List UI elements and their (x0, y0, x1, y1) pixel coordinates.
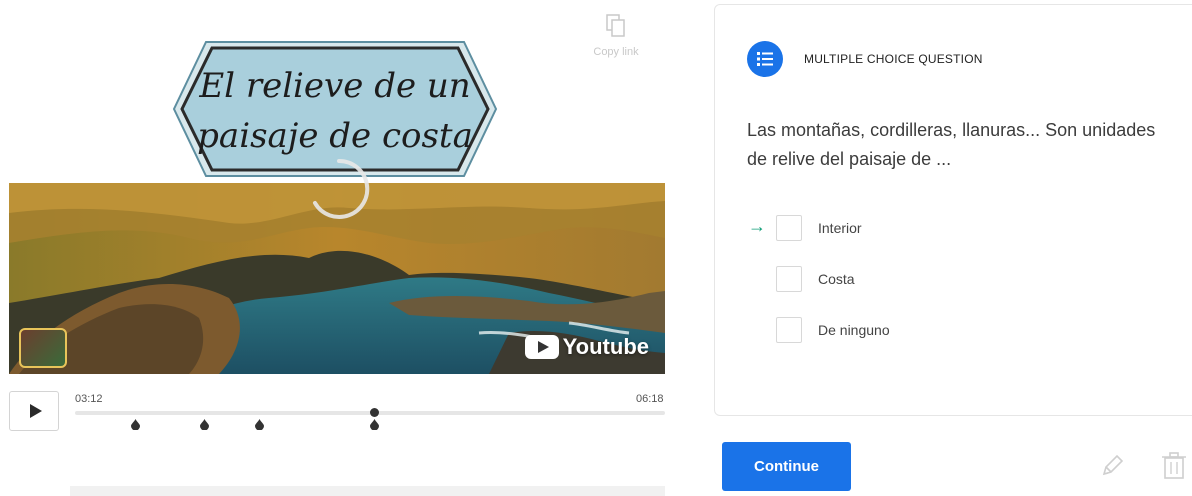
option-checkbox[interactable] (776, 215, 802, 241)
loading-spinner-icon (313, 158, 370, 219)
duration: 06:18 (636, 393, 664, 405)
question-type-badge (747, 41, 783, 77)
play-button[interactable] (9, 391, 59, 431)
youtube-logo[interactable]: Youtube (524, 334, 649, 360)
video-title-line1: El relieve de un (199, 66, 471, 106)
bottom-bar (70, 486, 665, 496)
option-label: Costa (818, 271, 855, 287)
copy-link-label: Copy link (593, 46, 639, 58)
option-costa[interactable]: Costa (776, 265, 1076, 293)
option-checkbox[interactable] (776, 266, 802, 292)
question-text: Las montañas, cordilleras, llanuras... S… (747, 120, 1156, 169)
trash-icon[interactable] (1162, 452, 1186, 480)
page: Copy link Youtube El relieve de un paisa… (0, 0, 1192, 496)
progress-handle[interactable] (370, 408, 380, 417)
channel-logo (19, 328, 67, 368)
question-marker[interactable] (370, 419, 380, 430)
video-panel: Copy link Youtube El relieve de un paisa… (0, 0, 700, 496)
pencil-icon[interactable] (1099, 453, 1125, 479)
copy-icon (606, 14, 625, 37)
question-marker[interactable] (254, 419, 264, 430)
list-icon (757, 52, 773, 66)
youtube-play-icon (524, 335, 559, 359)
option-label: Interior (818, 220, 862, 236)
option-interior[interactable]: Interior (776, 214, 1076, 242)
copy-link-button[interactable]: Copy link (586, 14, 646, 60)
youtube-label: Youtube (562, 334, 649, 359)
option-label: De ninguno (818, 322, 890, 338)
current-option-arrow-icon: → (748, 216, 766, 236)
current-time: 03:12 (75, 393, 103, 405)
option-de-ninguno[interactable]: De ninguno (776, 316, 1076, 344)
option-checkbox[interactable] (776, 317, 802, 343)
question-type-label: MULTIPLE CHOICE QUESTION (804, 52, 983, 66)
video-title-line2: paisaje de costa (197, 116, 473, 156)
continue-button[interactable]: Continue (722, 442, 851, 491)
question-marker[interactable] (131, 419, 141, 430)
question-marker[interactable] (199, 419, 209, 430)
